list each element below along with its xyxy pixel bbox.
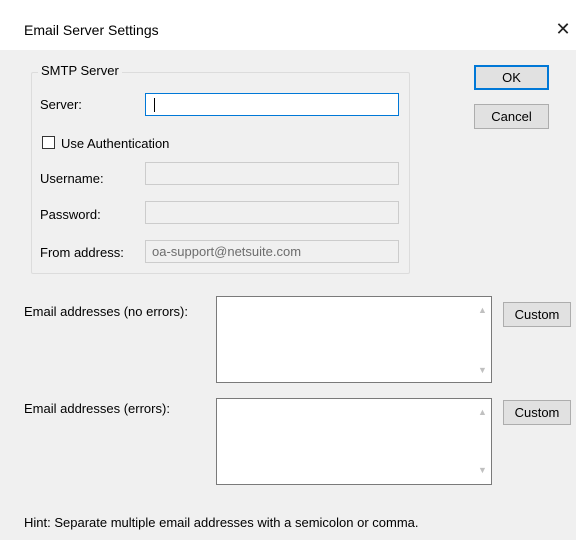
vertical-scrollbar[interactable]: ▲ ▼	[474, 399, 491, 484]
from-address-label: From address:	[40, 245, 124, 260]
hint-text: Hint: Separate multiple email addresses …	[24, 515, 419, 530]
username-field[interactable]	[145, 162, 399, 185]
cancel-button[interactable]: Cancel	[474, 104, 549, 129]
email-errors-textarea[interactable]: ▲ ▼	[216, 398, 492, 485]
email-server-settings-dialog: Email Server Settings ✕ SMTP Server Serv…	[0, 0, 576, 540]
username-label: Username:	[40, 171, 104, 186]
email-no-errors-label: Email addresses (no errors):	[24, 304, 188, 319]
scroll-down-icon[interactable]: ▼	[474, 465, 491, 475]
use-authentication-label[interactable]: Use Authentication	[61, 136, 169, 151]
email-errors-label: Email addresses (errors):	[24, 401, 170, 416]
vertical-scrollbar[interactable]: ▲ ▼	[474, 297, 491, 382]
password-label: Password:	[40, 207, 101, 222]
use-authentication-checkbox[interactable]	[42, 136, 55, 149]
ok-button[interactable]: OK	[474, 65, 549, 90]
dialog-title: Email Server Settings	[24, 22, 159, 38]
scroll-up-icon[interactable]: ▲	[474, 305, 491, 315]
text-caret	[154, 98, 155, 112]
email-no-errors-textarea[interactable]: ▲ ▼	[216, 296, 492, 383]
scroll-down-icon[interactable]: ▼	[474, 365, 491, 375]
from-address-field[interactable]: oa-support@netsuite.com	[145, 240, 399, 263]
custom-no-errors-button[interactable]: Custom	[503, 302, 571, 327]
close-icon[interactable]: ✕	[550, 14, 576, 44]
custom-errors-button[interactable]: Custom	[503, 400, 571, 425]
title-bar: Email Server Settings ✕	[0, 0, 576, 50]
server-input[interactable]	[145, 93, 399, 116]
server-label: Server:	[40, 97, 82, 112]
scroll-up-icon[interactable]: ▲	[474, 407, 491, 417]
password-field[interactable]	[145, 201, 399, 224]
smtp-group-title: SMTP Server	[38, 63, 122, 78]
